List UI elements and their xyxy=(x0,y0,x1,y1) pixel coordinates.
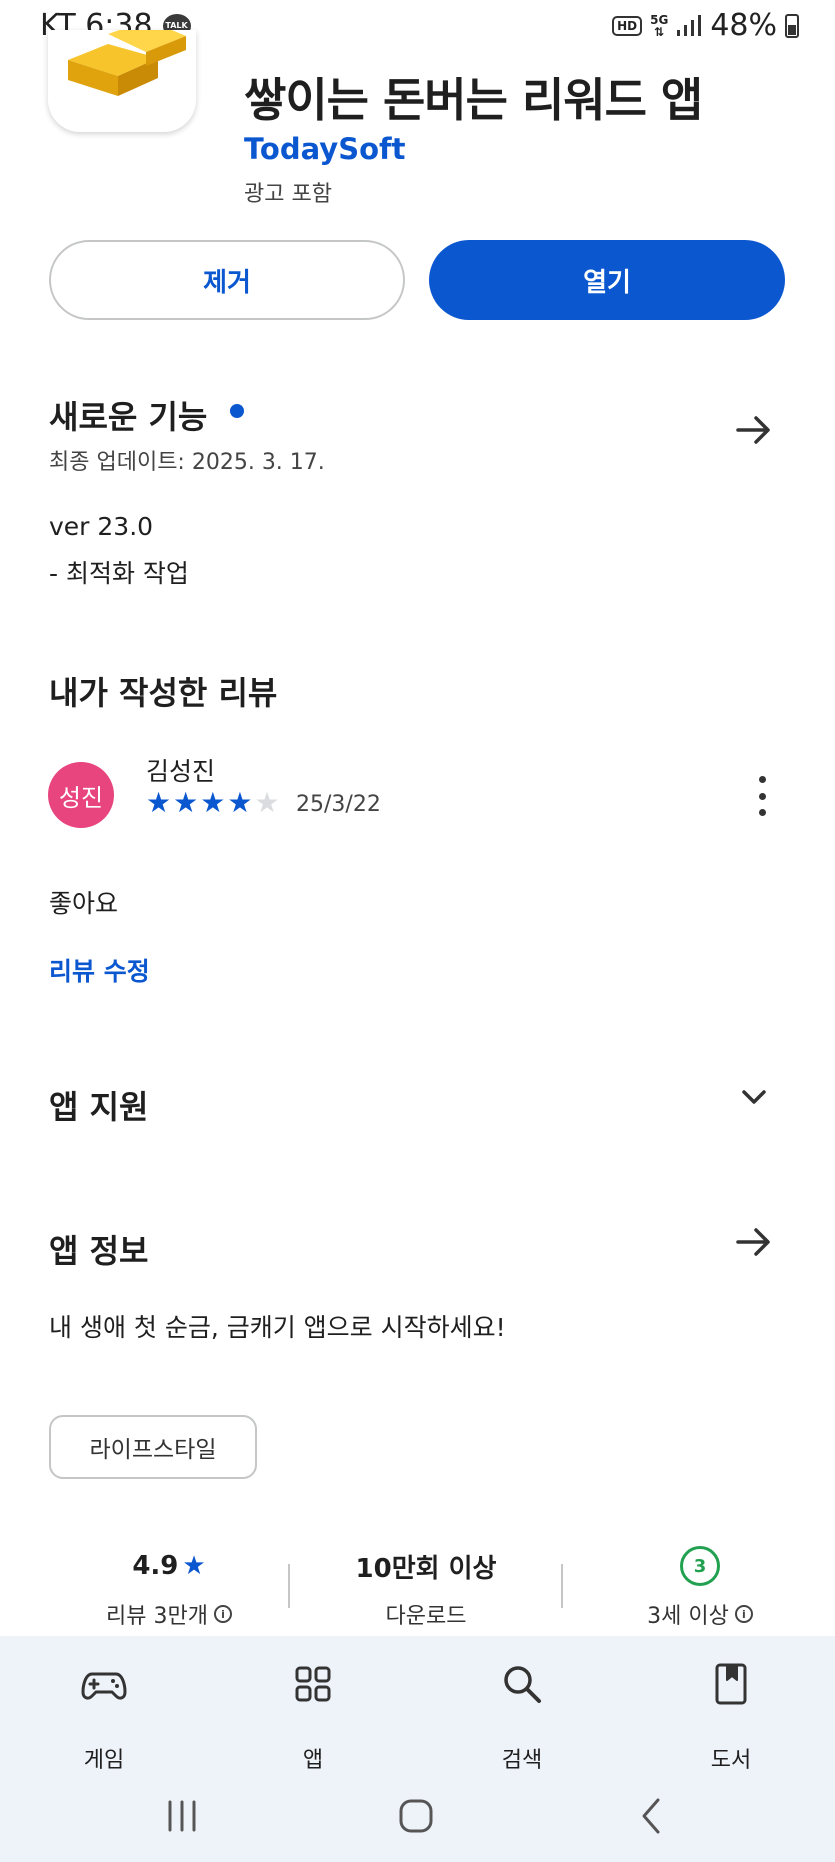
reviewer-name: 김성진 xyxy=(146,757,216,786)
bottom-navigation: 게임 앱 검색 도서 xyxy=(0,1636,835,1862)
uninstall-button[interactable]: 제거 xyxy=(49,240,405,320)
review-text: 좋아요 xyxy=(49,889,119,918)
nav-item-games[interactable]: 게임 xyxy=(34,1656,174,1774)
star-icon: ★ xyxy=(182,1551,206,1581)
nav-label-search: 검색 xyxy=(501,1748,543,1773)
category-chip[interactable]: 라이프스타일 xyxy=(49,1415,257,1479)
stat-divider xyxy=(561,1564,563,1608)
signal-icon xyxy=(677,14,702,36)
star-icon: ★ xyxy=(254,786,280,819)
hd-voice-icon: HD xyxy=(612,15,643,36)
more-options-icon[interactable] xyxy=(750,776,774,816)
rating-value: 4.9 xyxy=(132,1551,179,1581)
rating-stat: 4.9 ★ 리뷰 3만개 i xyxy=(59,1546,279,1630)
nav-label-books: 도서 xyxy=(710,1748,752,1773)
review-date: 25/3/22 xyxy=(296,792,381,817)
stat-divider xyxy=(288,1564,290,1608)
whats-new-arrow-icon[interactable] xyxy=(734,410,774,450)
downloads-value: 10만회 이상 xyxy=(355,1553,497,1584)
nav-label-games: 게임 xyxy=(83,1748,125,1773)
star-icon: ★ xyxy=(173,786,199,819)
avatar: 성진 xyxy=(48,762,114,828)
nav-item-search[interactable]: 검색 xyxy=(452,1656,592,1774)
gamepad-icon xyxy=(81,1672,127,1700)
search-icon xyxy=(504,1666,541,1703)
app-support-title[interactable]: 앱 지원 xyxy=(49,1082,148,1128)
home-icon[interactable] xyxy=(396,1796,436,1836)
back-icon[interactable] xyxy=(632,1796,672,1836)
open-button[interactable]: 열기 xyxy=(429,240,785,320)
age-rating-stat: 3 3세 이상 i xyxy=(590,1546,810,1630)
book-icon xyxy=(715,1663,747,1705)
app-description: 내 생애 첫 순금, 금캐기 앱으로 시작하세요! xyxy=(49,1313,506,1342)
version-text: ver 23.0 xyxy=(49,512,154,541)
app-icon xyxy=(48,30,196,132)
developer-link[interactable]: TodaySoft xyxy=(244,132,405,166)
star-icon: ★ xyxy=(227,786,253,819)
update-note: - 최적화 작업 xyxy=(49,559,189,588)
downloads-stat: 10만회 이상 다운로드 xyxy=(316,1546,536,1630)
review-stars: ★ ★ ★ ★ ★ xyxy=(146,788,280,818)
info-icon[interactable]: i xyxy=(213,1605,232,1623)
info-icon[interactable]: i xyxy=(734,1605,753,1623)
app-info-arrow-icon[interactable] xyxy=(734,1222,774,1262)
star-icon: ★ xyxy=(200,786,226,819)
nav-item-apps[interactable]: 앱 xyxy=(243,1656,383,1774)
contains-ads-label: 광고 포함 xyxy=(244,182,332,207)
my-review-title: 내가 작성한 리뷰 xyxy=(49,674,278,712)
nav-label-apps: 앱 xyxy=(302,1748,324,1773)
5g-icon: 5G ⇅ xyxy=(650,12,669,39)
last-updated: 최종 업데이트: 2025. 3. 17. xyxy=(49,450,325,475)
new-indicator-dot xyxy=(230,404,244,418)
age-rating-label: 3세 이상 xyxy=(647,1604,729,1629)
chevron-down-icon[interactable] xyxy=(738,1086,770,1110)
battery-percent: 48% xyxy=(710,8,777,43)
gold-bars-icon xyxy=(68,30,186,96)
apps-grid-icon xyxy=(295,1666,331,1702)
recent-apps-icon[interactable] xyxy=(162,1796,202,1836)
star-icon: ★ xyxy=(146,786,172,819)
edit-review-link[interactable]: 리뷰 수정 xyxy=(49,952,150,988)
app-title: 쌓이는 돈버는 리워드 앱 xyxy=(244,73,703,127)
age-rating-badge: 3 xyxy=(680,1546,720,1586)
battery-icon xyxy=(785,13,799,38)
nav-item-books[interactable]: 도서 xyxy=(661,1656,801,1774)
app-info-title[interactable]: 앱 정보 xyxy=(49,1226,148,1272)
review-count: 리뷰 3만개 xyxy=(106,1604,208,1629)
downloads-label: 다운로드 xyxy=(385,1604,467,1629)
whats-new-title[interactable]: 새로운 기능 xyxy=(49,392,207,438)
